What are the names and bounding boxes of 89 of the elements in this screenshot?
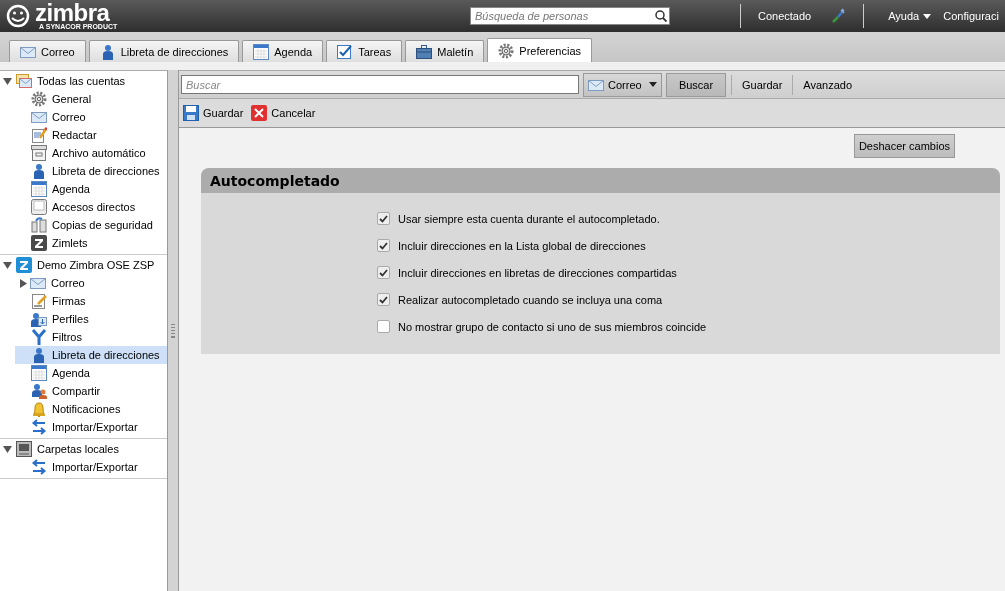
people-search-field[interactable]: Búsqueda de personas <box>470 7 670 25</box>
checkbox-icon <box>337 43 354 60</box>
settings-link[interactable]: Configuraci <box>943 10 999 22</box>
search-button[interactable]: Buscar <box>666 72 726 97</box>
sidebar-item[interactable]: Filtros <box>0 328 167 346</box>
document-pencil-icon <box>31 127 47 143</box>
action-button[interactable]: Cancelar <box>251 105 316 121</box>
swap-arrows-icon <box>31 459 47 475</box>
computer-icon <box>16 441 32 457</box>
sidebar-item[interactable]: Compartir <box>0 382 167 400</box>
option-label: Usar siempre esta cuenta durante el autocompletado. <box>398 212 660 225</box>
grip-icon <box>171 323 175 338</box>
option-label: Incluir direcciones en la Lista global de direcciones <box>398 239 646 252</box>
search-field[interactable]: Buscar <box>181 75 579 94</box>
sidebar-item[interactable]: Redactar <box>0 126 167 144</box>
action-button[interactable]: Guardar <box>183 105 244 121</box>
help-menu[interactable]: Ayuda <box>888 10 920 22</box>
save-icon <box>183 105 199 121</box>
logo-text: zimbra <box>35 2 110 23</box>
section-label[interactable]: Todas las cuentas <box>37 75 126 87</box>
swap-arrows-icon <box>31 419 47 435</box>
panel-title: Autocompletado <box>201 168 1000 193</box>
undo-button[interactable]: Deshacer cambios <box>853 134 955 158</box>
sidebar-item[interactable]: Agenda <box>0 180 167 198</box>
calendar-icon <box>253 43 270 60</box>
envelope-icon <box>31 109 47 125</box>
sidebar-item[interactable]: Accesos directos <box>0 198 167 216</box>
search-scope-dropdown[interactable]: Correo <box>583 72 662 97</box>
briefcase-icon <box>416 43 433 60</box>
sidebar-item[interactable]: Agenda <box>0 364 167 382</box>
expanded-arrow-icon[interactable] <box>3 260 12 270</box>
sidebar-item[interactable]: Libreta de direcciones <box>0 162 167 180</box>
tab[interactable]: Preferencias <box>487 38 593 62</box>
zimlet-icon <box>31 235 47 251</box>
toolbar-link[interactable]: Avanzado <box>798 78 858 91</box>
sidebar-item[interactable]: Archivo automático <box>0 144 167 162</box>
sidebar-item[interactable]: Notificaciones <box>0 400 167 418</box>
checkbox[interactable] <box>377 266 390 279</box>
sidebar-item[interactable]: Importar/Exportar <box>0 458 167 476</box>
option-label: Realizar autocompletado cuando se incluya una coma <box>398 293 663 306</box>
sidebar-item[interactable]: General <box>0 90 167 108</box>
section-label[interactable]: Carpetas locales <box>37 443 119 455</box>
envelope-icon <box>30 275 46 291</box>
sidebar-item[interactable]: Correo <box>0 274 167 292</box>
tab[interactable]: Libreta de direcciones <box>88 40 240 62</box>
filter-icon <box>31 329 47 345</box>
devices-icon <box>31 217 47 233</box>
tab[interactable]: Agenda <box>242 40 324 62</box>
sidebar-item[interactable]: Correo <box>0 108 167 126</box>
section-label[interactable]: Demo Zimbra OSE ZSP <box>37 259 155 271</box>
option-label: No mostrar grupo de contacto si uno de sus miembros coincide <box>398 320 707 333</box>
person-icon <box>31 163 47 179</box>
search-icon <box>655 10 667 22</box>
profile-icon <box>31 311 47 327</box>
envelopes-icon <box>16 73 32 89</box>
smiley-logo-icon <box>6 4 32 28</box>
archive-box-icon <box>31 145 47 161</box>
close-icon <box>251 105 268 121</box>
gear-icon <box>498 42 515 59</box>
sidebar-item[interactable]: Firmas <box>0 292 167 310</box>
caret-icon <box>649 82 657 87</box>
sidebar-item[interactable]: Importar/Exportar <box>0 418 167 436</box>
tab[interactable]: Maletín <box>405 40 485 62</box>
plug-icon <box>831 8 846 24</box>
collapsed-arrow-icon[interactable] <box>19 278 28 288</box>
status-text: Conectado <box>758 10 812 22</box>
sidebar-item[interactable]: Perfiles <box>0 310 167 328</box>
gear-icon <box>31 91 47 107</box>
tab[interactable]: Correo <box>9 40 86 62</box>
caret-icon <box>923 13 932 19</box>
key-icon <box>31 199 47 215</box>
checkbox[interactable] <box>377 320 390 333</box>
bell-icon <box>31 401 47 417</box>
checkbox[interactable] <box>377 239 390 252</box>
signature-icon <box>31 293 47 309</box>
option-label: Incluir direcciones en libretas de direcciones compartidas <box>398 266 677 279</box>
sidebar-item[interactable]: Libreta de direcciones <box>15 346 167 364</box>
sidebar-item[interactable]: Zimlets <box>0 234 167 252</box>
toolbar-link[interactable]: Guardar <box>737 78 788 91</box>
expanded-arrow-icon[interactable] <box>3 76 12 86</box>
checkbox[interactable] <box>377 212 390 225</box>
calendar-icon <box>31 181 47 197</box>
calendar-icon <box>31 365 47 381</box>
tab[interactable]: Tareas <box>326 40 403 62</box>
person-icon <box>31 347 47 363</box>
sidebar-item[interactable]: Copias de seguridad <box>0 216 167 234</box>
people-icon <box>31 383 47 399</box>
checkbox[interactable] <box>377 293 390 306</box>
expanded-arrow-icon[interactable] <box>3 444 12 454</box>
